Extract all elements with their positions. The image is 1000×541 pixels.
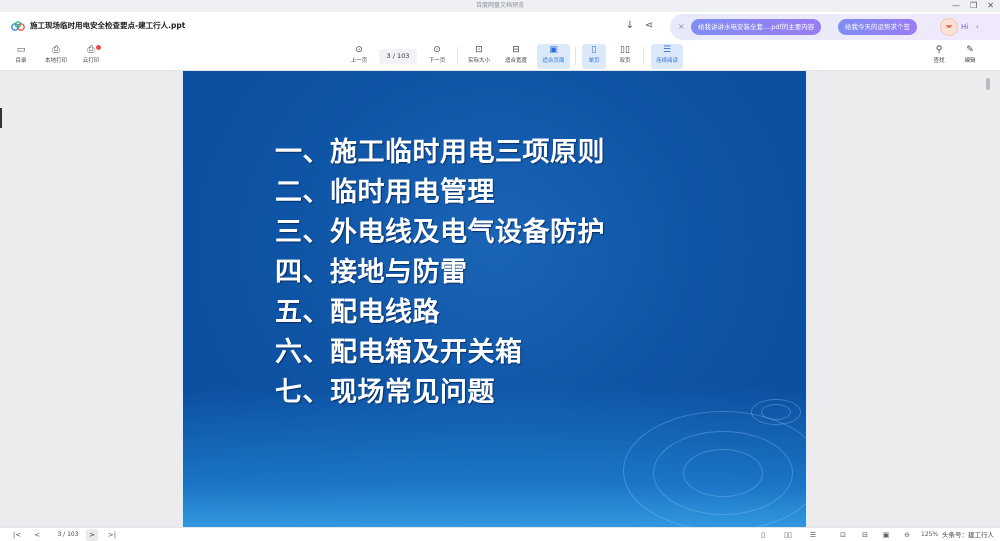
ripple-decoration <box>683 449 763 497</box>
fit-page-mode-icon[interactable]: ▣ <box>881 529 891 541</box>
slide-list-item: 五、配电线路 <box>275 297 440 328</box>
last-page-icon[interactable]: >| <box>106 529 118 541</box>
ripple-decoration <box>761 404 791 420</box>
slide-contents-list: 一、施工临时用电三项原则 二、临时用电管理 三、外电线及电气设备防护 四、接地与… <box>275 133 605 413</box>
zoom-level[interactable]: 125% <box>921 529 938 541</box>
edit-button[interactable]: ✎ 编辑 <box>959 44 981 69</box>
chevron-right-icon[interactable]: › <box>976 21 979 33</box>
app-title: 百度网盘文档预览 <box>475 2 524 9</box>
pencil-icon: ✎ <box>966 45 974 55</box>
ai-suggestion-chip[interactable]: 给我讲讲水电安装全套....pdf的主要内容 <box>691 19 822 35</box>
ai-greeting[interactable]: Hi <box>961 21 968 33</box>
next-page-icon[interactable]: > <box>86 529 98 541</box>
ai-assistant-bar: × 给我讲讲水电安装全套....pdf的主要内容 给我今天的运势求个签 Hi › <box>670 14 1000 40</box>
continuous-mode-icon[interactable]: ☰ <box>808 529 818 541</box>
restore-icon[interactable]: ❐ <box>970 0 977 12</box>
ai-suggestion-chip[interactable]: 给我今天的运势求个签 <box>838 19 917 35</box>
page-total: 103 <box>397 52 410 60</box>
cloud-print-button[interactable]: ⎙ 云打印 <box>78 44 104 69</box>
prev-page-button[interactable]: ⊙ 上一页 <box>344 44 374 69</box>
document-header: 施工现场临时用电安全检查要点-建工行人.ppt ↓ ⋖ × 给我讲讲水电安装全套… <box>0 12 1000 42</box>
fit-width-button[interactable]: ⊟ 适合宽度 <box>499 44 533 69</box>
status-bar: |< < 3 / 103 > >| ▯ ▯▯ ☰ ⊡ ⊟ ▣ ⊖ 125% 头条… <box>0 527 1000 541</box>
search-button[interactable]: ⚲ 查找 <box>928 44 950 69</box>
zoom-out-icon[interactable]: ⊖ <box>902 529 912 541</box>
prev-page-icon[interactable]: < <box>32 529 42 541</box>
first-page-icon[interactable]: |< <box>12 529 22 541</box>
chevron-up-circle-icon: ⊙ <box>355 45 363 55</box>
toolbar-divider <box>457 47 458 65</box>
vertical-scrollbar-thumb[interactable] <box>986 78 990 90</box>
continuous-reading-icon: ☰ <box>662 45 672 55</box>
baidu-netdisk-logo-icon <box>11 21 25 31</box>
single-page-icon: ▯ <box>591 45 597 55</box>
next-page-button[interactable]: ⊙ 下一页 <box>422 44 452 69</box>
text-cursor <box>0 108 2 128</box>
fit-page-button[interactable]: ▣ 适合页面 <box>537 44 570 69</box>
double-page-button[interactable]: ▯▯ 双页 <box>613 44 637 69</box>
ai-bar-close-icon[interactable]: × <box>678 21 685 33</box>
search-icon: ⚲ <box>935 45 943 55</box>
share-icon[interactable]: ⋖ <box>643 20 655 32</box>
ai-avatar-icon[interactable] <box>940 18 958 36</box>
slide-list-item: 四、接地与防雷 <box>275 257 468 288</box>
slide-list-item: 二、临时用电管理 <box>275 177 495 208</box>
fit-width-mode-icon[interactable]: ⊟ <box>860 529 870 541</box>
actual-size-mode-icon[interactable]: ⊡ <box>838 529 848 541</box>
window-controls: — ❐ ✕ <box>952 0 994 12</box>
close-icon[interactable]: ✕ <box>987 0 994 12</box>
document-title: 施工现场临时用电安全检查要点-建工行人.ppt <box>30 21 186 30</box>
window-titlebar: 百度网盘文档预览 — ❐ ✕ <box>0 0 1000 12</box>
slide-list-item: 七、现场常见问题 <box>275 377 495 408</box>
toc-button[interactable]: ▭ 目录 <box>8 44 34 69</box>
actual-size-button[interactable]: ⊡ 实际大小 <box>462 44 496 69</box>
page-current-input[interactable]: 3 <box>387 52 391 60</box>
notification-dot <box>96 45 101 50</box>
toc-icon: ▭ <box>16 45 26 55</box>
local-print-button[interactable]: ⎙ 本地打印 <box>38 44 74 69</box>
page-indicator[interactable]: 3 / 103 <box>379 49 417 64</box>
printer-icon: ⎙ <box>52 45 60 55</box>
slide-list-item: 六、配电箱及开关箱 <box>275 337 523 368</box>
single-page-mode-icon[interactable]: ▯ <box>758 529 768 541</box>
actual-size-icon: ⊡ <box>475 45 483 55</box>
slide-page: 一、施工临时用电三项原则 二、临时用电管理 三、外电线及电气设备防护 四、接地与… <box>183 71 806 527</box>
status-page-indicator[interactable]: 3 / 103 <box>52 530 84 540</box>
fit-width-icon: ⊟ <box>512 45 520 55</box>
double-page-mode-icon[interactable]: ▯▯ <box>782 529 794 541</box>
single-page-button[interactable]: ▯ 单页 <box>582 44 606 69</box>
minimize-icon[interactable]: — <box>952 0 960 12</box>
download-icon[interactable]: ↓ <box>624 20 636 32</box>
toolbar-divider <box>575 47 576 65</box>
chevron-down-circle-icon: ⊙ <box>433 45 441 55</box>
fit-page-icon: ▣ <box>549 45 558 55</box>
double-page-icon: ▯▯ <box>620 45 630 55</box>
slide-list-item: 三、外电线及电气设备防护 <box>275 217 605 248</box>
toolbar-divider <box>643 47 644 65</box>
slide-list-item: 一、施工临时用电三项原则 <box>275 137 605 168</box>
continuous-reading-button[interactable]: ☰ 连续阅读 <box>651 44 683 69</box>
watermark-text: 头条号：建工行人 <box>942 531 994 539</box>
